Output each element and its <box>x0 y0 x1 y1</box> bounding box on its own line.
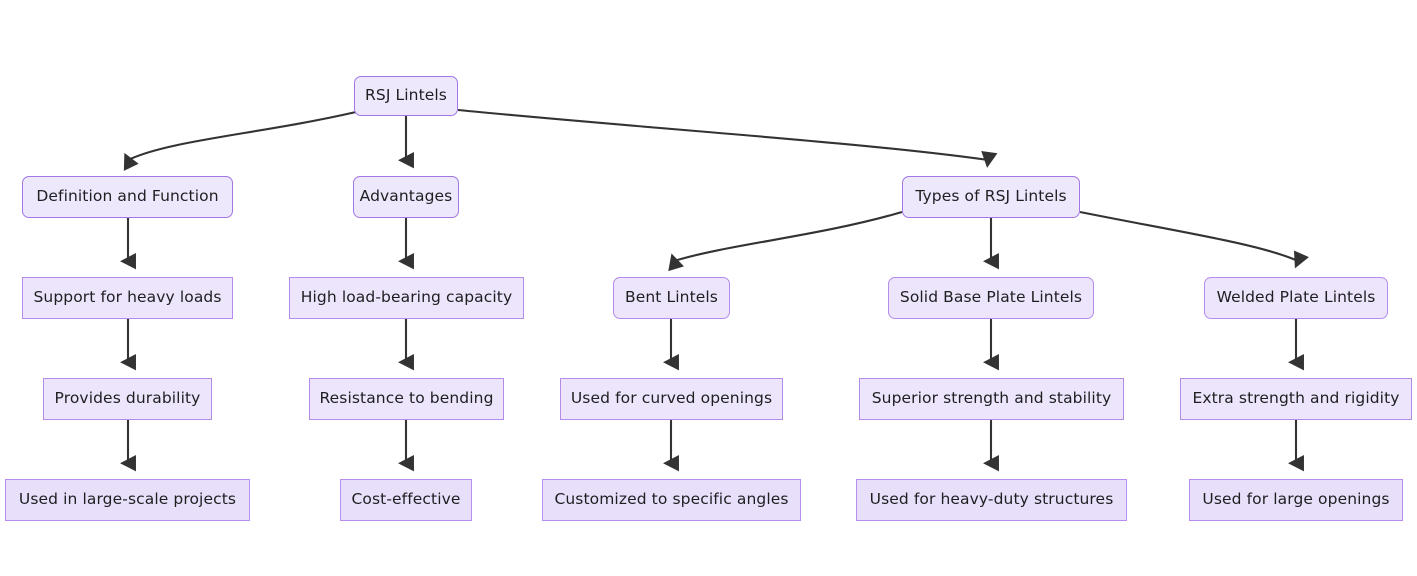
flowchart-canvas: RSJ Lintels Definition and Function Advant… <box>0 0 1417 576</box>
node-solid1[interactable]: Superior strength and stability <box>859 378 1124 420</box>
edge-root-to-def <box>123 110 357 171</box>
edge-types-to-bent <box>668 210 903 272</box>
node-solid2[interactable]: Used for heavy-duty structures <box>856 479 1127 521</box>
node-def2[interactable]: Provides durability <box>43 378 212 420</box>
node-def3[interactable]: Used in large-scale projects <box>5 479 250 521</box>
node-bent[interactable]: Bent Lintels <box>613 277 730 319</box>
node-solid[interactable]: Solid Base Plate Lintels <box>888 277 1094 319</box>
node-adv3[interactable]: Cost-effective <box>340 479 472 521</box>
node-adv[interactable]: Advantages <box>353 176 459 218</box>
node-welded2[interactable]: Used for large openings <box>1189 479 1403 521</box>
node-def[interactable]: Definition and Function <box>22 176 233 218</box>
node-def1[interactable]: Support for heavy loads <box>22 277 233 319</box>
node-welded[interactable]: Welded Plate Lintels <box>1204 277 1388 319</box>
edge-types-to-welded <box>1079 210 1309 269</box>
edge-root-to-types <box>457 108 998 168</box>
node-bent2[interactable]: Customized to specific angles <box>542 479 801 521</box>
node-bent1[interactable]: Used for curved openings <box>560 378 783 420</box>
node-types[interactable]: Types of RSJ Lintels <box>902 176 1080 218</box>
node-adv2[interactable]: Resistance to bending <box>309 378 504 420</box>
node-welded1[interactable]: Extra strength and rigidity <box>1180 378 1412 420</box>
node-adv1[interactable]: High load-bearing capacity <box>289 277 524 319</box>
node-root[interactable]: RSJ Lintels <box>354 76 458 116</box>
